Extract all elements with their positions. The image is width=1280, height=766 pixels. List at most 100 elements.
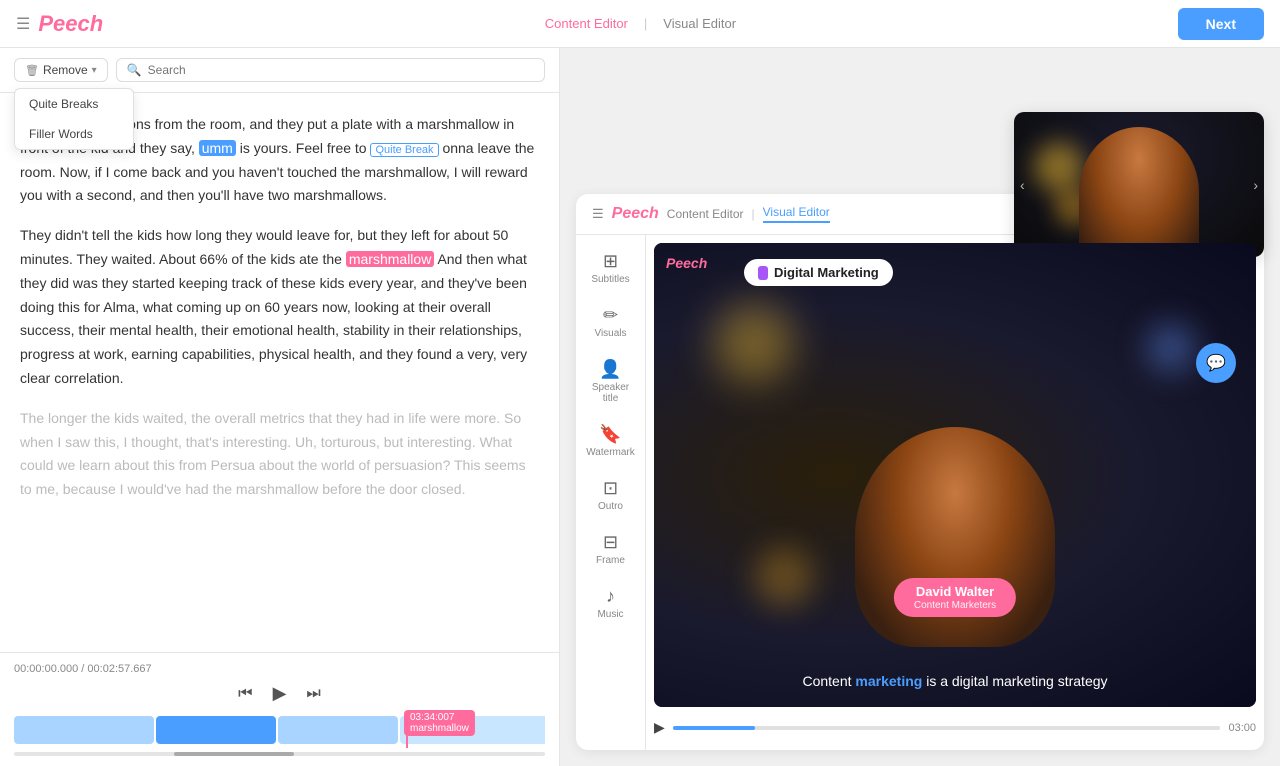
side-icons: ⊞ Subtitles ✏ Visuals 👤 Speaker title 🔖 …: [576, 235, 646, 750]
video-bokeh-2: [754, 547, 814, 607]
search-box: 🔍: [116, 58, 545, 82]
subtitle-word-highlight: marketing: [855, 673, 922, 689]
next-button[interactable]: Next: [1178, 8, 1264, 40]
skip-back-button[interactable]: ⏮: [238, 685, 252, 703]
watermark-icon: 🔖: [599, 424, 621, 445]
ve-topbar-left: ☰ Peech Content Editor | Visual Editor: [592, 205, 830, 223]
chat-bubble: 💬: [1196, 343, 1236, 383]
video-logo-watermark: Peech: [666, 255, 707, 271]
music-label: Music: [597, 609, 623, 620]
main-container: 🗑 Remove ▾ Quite Breaks Filler Words 🔍 s…: [0, 48, 1280, 766]
topbar-center: Content Editor | Visual Editor: [103, 12, 1177, 35]
tooltip-label: marshmallow: [410, 723, 469, 734]
ve-logo: Peech: [612, 205, 659, 223]
chevron-down-icon: ▾: [92, 65, 97, 76]
topic-badge: Digital Marketing: [744, 259, 893, 286]
ve-tab-content-editor[interactable]: Content Editor: [667, 207, 744, 221]
video-background: Peech Digital Marketing David Walter Con…: [654, 243, 1256, 707]
side-icon-subtitles[interactable]: ⊞ Subtitles: [581, 243, 641, 293]
waveform-tooltip: 03:34:007 marshmallow: [404, 710, 475, 736]
app-logo: Peech: [38, 11, 103, 37]
remove-button[interactable]: 🗑 Remove ▾: [14, 58, 108, 82]
current-time: 00:00:00.000: [14, 663, 78, 675]
name-badge: David Walter Content Marketers: [894, 578, 1016, 617]
progress-bar[interactable]: [673, 726, 1221, 730]
tab-divider: |: [644, 16, 647, 31]
side-icon-visuals[interactable]: ✏ Visuals: [581, 297, 641, 347]
text-after-umm: is yours. Feel free to: [240, 140, 367, 156]
visual-editor-panel: ☰ Peech Content Editor | Visual Editor D…: [576, 194, 1264, 750]
paragraph-2: They didn't tell the kids how long they …: [20, 224, 539, 391]
play-button[interactable]: ▶: [273, 683, 287, 704]
highlight-umm[interactable]: umm: [199, 140, 236, 156]
subtitle-text-content: Content marketing is a digital marketing…: [802, 673, 1107, 689]
remove-label: Remove: [43, 63, 88, 77]
tag-quiet-break[interactable]: Quite Break: [370, 143, 438, 157]
video-preview: Peech Digital Marketing David Walter Con…: [646, 235, 1264, 750]
subtitle-word-content: Content: [802, 673, 851, 689]
frame-icon: ⊟: [603, 532, 618, 553]
subtitles-icon: ⊞: [603, 251, 618, 272]
side-icon-speaker-title[interactable]: 👤 Speaker title: [581, 351, 641, 412]
player-controls: ⏮ ▶ ⏭: [14, 683, 545, 704]
search-input[interactable]: [148, 63, 534, 77]
name-badge-name: David Walter: [914, 584, 996, 599]
player-time: 00:00:00.000 / 00:02:57.667: [14, 663, 545, 675]
subtitle-word-rest: is a digital marketing strategy: [926, 673, 1107, 689]
side-icon-frame[interactable]: ⊟ Frame: [581, 524, 641, 574]
skip-forward-button[interactable]: ⏭: [306, 685, 320, 703]
text-after-marshmallow: And then what they did was they started …: [20, 251, 527, 386]
topic-badge-dot: [758, 266, 768, 280]
topbar: ☰ Peech Content Editor | Visual Editor N…: [0, 0, 1280, 48]
topbar-left: ☰ Peech: [16, 11, 103, 37]
subtitles-label: Subtitles: [591, 274, 629, 285]
player-bar: 00:00:00.000 / 00:02:57.667 ⏮ ▶ ⏭ 03:34:…: [0, 652, 559, 766]
topic-badge-text: Digital Marketing: [774, 265, 879, 280]
highlight-marshmallow[interactable]: marshmallow: [346, 251, 434, 267]
visuals-icon: ✏: [603, 305, 618, 326]
side-icon-outro[interactable]: ⊡ Outro: [581, 470, 641, 520]
dropdown-item-quite-breaks[interactable]: Quite Breaks: [15, 89, 133, 119]
wave-segment-2: [156, 716, 276, 744]
subtitle-bar: Content marketing is a digital marketing…: [654, 673, 1256, 691]
waveform-container: 03:34:007 marshmallow: [14, 712, 545, 748]
scrollbar-thumb[interactable]: [174, 752, 294, 756]
search-icon: 🔍: [127, 63, 142, 77]
wave-segment-1: [14, 716, 154, 744]
right-side: ‹ › ☰ Peech Content Editor | Visual Edit…: [560, 48, 1280, 766]
preview-nav-right[interactable]: ›: [1253, 177, 1258, 193]
preview-nav-left[interactable]: ‹: [1020, 177, 1025, 193]
ve-content: ⊞ Subtitles ✏ Visuals 👤 Speaker title 🔖 …: [576, 235, 1264, 750]
remove-icon: 🗑: [25, 64, 39, 77]
left-panel: 🗑 Remove ▾ Quite Breaks Filler Words 🔍 s…: [0, 48, 560, 766]
side-icon-watermark[interactable]: 🔖 Watermark: [581, 416, 641, 466]
time-separator: /: [81, 663, 84, 675]
video-bokeh-1: [714, 303, 794, 383]
scrollbar-track: [14, 752, 545, 756]
ve-tab-visual-editor[interactable]: Visual Editor: [763, 205, 830, 223]
vc-time: 03:00: [1228, 722, 1256, 734]
preview-photo-bg: ‹ ›: [1014, 112, 1264, 257]
video-bokeh-3: [1146, 323, 1196, 373]
person-photo: [1079, 127, 1199, 257]
ve-menu-icon[interactable]: ☰: [592, 206, 604, 222]
side-icon-music[interactable]: ♪ Music: [581, 578, 641, 628]
video-controls: ▶ 03:00: [654, 713, 1256, 742]
outro-icon: ⊡: [603, 478, 618, 499]
top-right-preview: ‹ ›: [1014, 112, 1264, 257]
tab-visual-editor[interactable]: Visual Editor: [655, 12, 744, 35]
wave-segment-3: [278, 716, 398, 744]
text-area: s, and all distractions from the room, a…: [0, 93, 559, 652]
total-time: 00:02:57.667: [87, 663, 151, 675]
bokeh-1: [1034, 142, 1084, 192]
tooltip-time: 03:34:007: [410, 712, 469, 723]
music-icon: ♪: [606, 586, 615, 607]
tab-content-editor[interactable]: Content Editor: [537, 12, 636, 35]
speaker-title-icon: 👤: [599, 359, 621, 380]
topbar-right: Next: [1178, 8, 1264, 40]
vc-play-button[interactable]: ▶: [654, 719, 665, 736]
outro-label: Outro: [598, 501, 623, 512]
dropdown-item-filler-words[interactable]: Filler Words: [15, 119, 133, 149]
frame-label: Frame: [596, 555, 625, 566]
menu-icon[interactable]: ☰: [16, 14, 30, 34]
